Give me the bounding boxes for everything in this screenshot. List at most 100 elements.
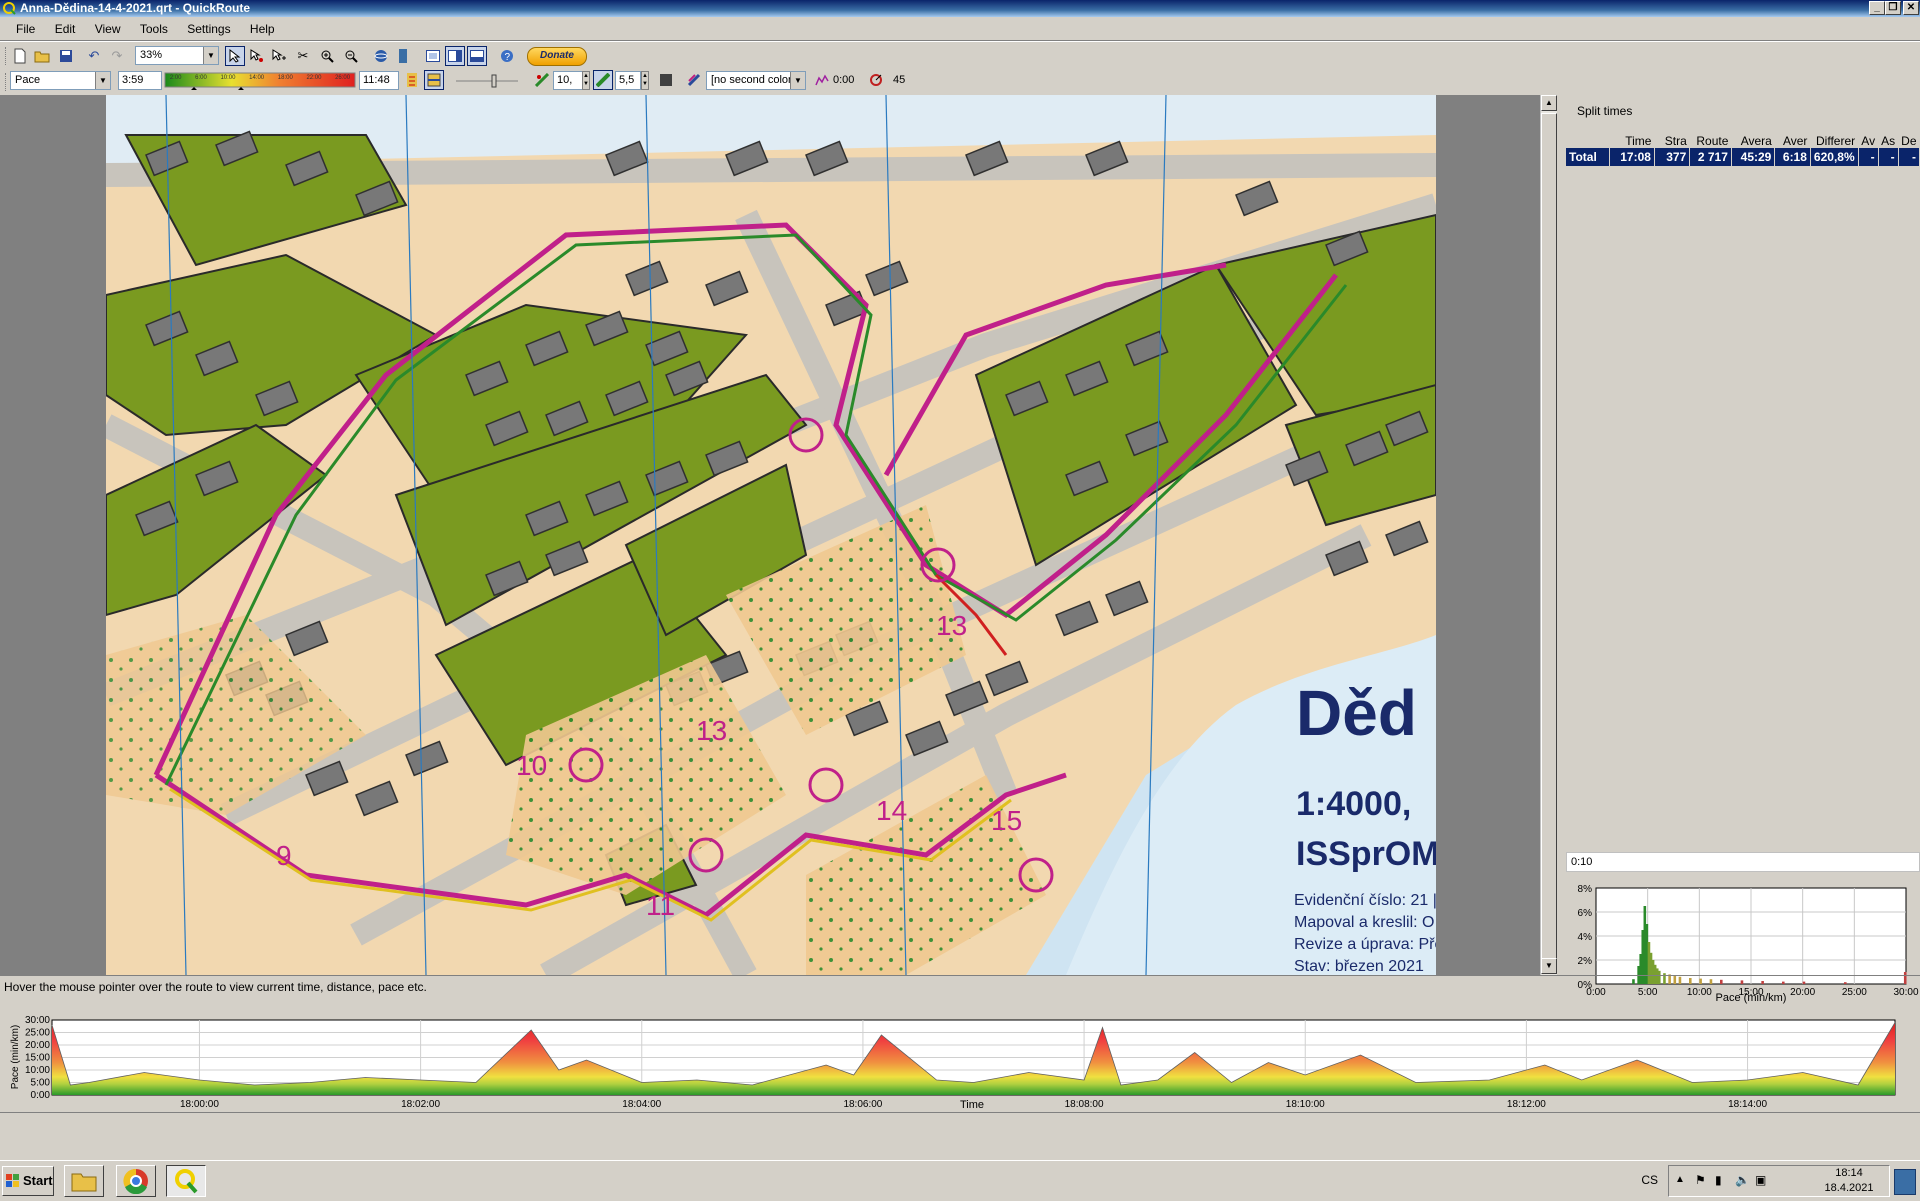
bottom-panel-toggle-icon[interactable]: [467, 46, 487, 66]
smoothing-input[interactable]: 5,5: [615, 71, 641, 90]
clock-time[interactable]: 18:14: [1819, 1167, 1879, 1179]
toolbar-grip[interactable]: [5, 47, 9, 65]
range-max-input[interactable]: 11:48: [359, 71, 399, 90]
new-file-icon[interactable]: [10, 46, 30, 66]
table-row-total[interactable]: Total 17:08 377 2 717 45:29 6:18 620,8% …: [1566, 148, 1920, 166]
zoom-combo[interactable]: 33% ▼: [135, 46, 219, 65]
histogram-bin-value: 0:10: [1571, 856, 1593, 868]
time-offset-value[interactable]: 0:00: [833, 71, 854, 90]
map-image[interactable]: Děd 1:4000, ISSprOM Evidenční číslo: 21 …: [106, 95, 1436, 975]
chevron-down-icon[interactable]: ▼: [95, 72, 110, 89]
menu-view[interactable]: View: [87, 18, 129, 40]
adjust-route-icon[interactable]: [247, 46, 267, 66]
volume-icon[interactable]: 🔈: [1735, 1173, 1750, 1187]
color-range-slider[interactable]: 2:00 6:00 10:00 14:00 18:00 22:00 26:00: [163, 71, 357, 90]
chevron-down-icon[interactable]: ▼: [203, 47, 218, 64]
save-icon[interactable]: [56, 46, 76, 66]
title-bar[interactable]: Anna-Dědina-14-4-2021.qrt - QuickRoute _…: [0, 0, 1920, 17]
scroll-thumb[interactable]: [1541, 113, 1557, 973]
close-button[interactable]: ✕: [1903, 1, 1919, 15]
route-color-swatch[interactable]: [656, 70, 676, 90]
line-width-input[interactable]: 10,: [553, 71, 583, 90]
menu-file[interactable]: File: [0, 18, 43, 40]
color-coding-combo[interactable]: Pace ▼: [10, 71, 111, 90]
column-header[interactable]: Av: [1858, 134, 1878, 148]
menu-settings[interactable]: Settings: [179, 18, 238, 40]
flag-icon[interactable]: ⚑: [1695, 1173, 1706, 1187]
histogram-x-tick-label: 10:00: [1687, 987, 1712, 998]
histogram-bar: [1709, 979, 1713, 984]
donate-button[interactable]: Donate: [527, 47, 587, 66]
orienteering-map[interactable]: Děd 1:4000, ISSprOM Evidenční číslo: 21 …: [106, 95, 1436, 975]
language-indicator[interactable]: CS: [1641, 1173, 1658, 1187]
histogram-x-tick-label: 0:00: [1586, 987, 1606, 998]
histogram-bin-input[interactable]: 0:10: [1566, 852, 1920, 872]
taskbar-chrome[interactable]: [116, 1165, 156, 1197]
start-button[interactable]: Start: [2, 1166, 54, 1196]
graph-x-label: Time: [960, 1099, 984, 1111]
open-folder-icon[interactable]: [32, 46, 52, 66]
smoothing-icon[interactable]: [593, 70, 613, 90]
scroll-up-icon[interactable]: ▲: [1541, 95, 1557, 111]
scroll-down-icon[interactable]: ▼: [1541, 958, 1557, 974]
zoom-to-route-icon[interactable]: [269, 46, 289, 66]
second-color-icon[interactable]: [684, 70, 704, 90]
pace-histogram[interactable]: 8%6%4%2%0% 0:00 5:00 10:00 15:00 20:00 25:00 3…: [1566, 874, 1920, 1004]
graph-y-tick-label: 30:00: [25, 1015, 50, 1026]
show-desktop-button[interactable]: [1894, 1169, 1916, 1195]
line-width-spinner[interactable]: ▲ ▼: [582, 71, 590, 90]
column-header[interactable]: Route: [1690, 134, 1732, 148]
taskbar-explorer[interactable]: [64, 1165, 104, 1197]
second-color-combo[interactable]: [no second color ▼: [706, 71, 806, 90]
menu-help[interactable]: Help: [242, 18, 283, 40]
restore-button[interactable]: ❐: [1885, 1, 1901, 15]
column-header[interactable]: Differer: [1810, 134, 1858, 148]
angle-value[interactable]: 45: [893, 71, 905, 90]
menu-bar: File Edit View Tools Settings Help: [0, 18, 1920, 40]
graph-x-tick-label: 18:10:00: [1286, 1099, 1325, 1110]
auto-range-icon[interactable]: [402, 70, 422, 90]
smoothing-spinner[interactable]: ▲ ▼: [641, 71, 649, 90]
clock-date[interactable]: 18.4.2021: [1809, 1182, 1889, 1194]
network-icon[interactable]: ▮: [1715, 1173, 1722, 1187]
scale-tick-label: 6:00: [195, 75, 207, 81]
help-icon[interactable]: ?: [497, 46, 517, 66]
route-line-style-icon[interactable]: [424, 70, 444, 90]
zoom-out-icon[interactable]: [341, 46, 361, 66]
undo-icon[interactable]: ↶: [84, 46, 104, 66]
cut-route-icon[interactable]: ✂: [293, 46, 313, 66]
zoom-in-icon[interactable]: [317, 46, 337, 66]
redo-icon[interactable]: ↷: [107, 46, 127, 66]
pointer-tool-icon[interactable]: [225, 46, 245, 66]
column-header[interactable]: Avera: [1731, 134, 1774, 148]
menu-tools[interactable]: Tools: [132, 18, 176, 40]
histogram-bar: [1632, 979, 1635, 984]
column-header[interactable]: De: [1898, 134, 1919, 148]
line-width-icon[interactable]: [532, 70, 552, 90]
export-icon[interactable]: [393, 46, 413, 66]
angle-icon[interactable]: [866, 70, 886, 90]
pace-line-graph[interactable]: 30:00 25:0020:00 15:0010:00 5:000:00 18:00:…: [0, 1010, 1920, 1120]
color-coding-value: Pace: [15, 74, 41, 86]
taskbar-quickroute[interactable]: [166, 1165, 206, 1197]
google-earth-icon[interactable]: [371, 46, 391, 66]
split-times-table[interactable]: Time Stra Route Avera Aver Differer Av A…: [1566, 134, 1920, 166]
histogram-bar: [1673, 975, 1677, 984]
device-icon[interactable]: ▣: [1755, 1173, 1766, 1187]
folder-icon: [71, 1173, 97, 1192]
split-view-icon[interactable]: [445, 46, 465, 66]
transparency-slider[interactable]: [452, 71, 522, 90]
column-header[interactable]: Aver: [1775, 134, 1811, 148]
menu-edit[interactable]: Edit: [47, 18, 84, 40]
show-hidden-icons[interactable]: ▲: [1675, 1174, 1685, 1185]
column-header[interactable]: As: [1878, 134, 1898, 148]
time-offset-icon[interactable]: [812, 70, 832, 90]
right-panel-toggle-icon[interactable]: [423, 46, 443, 66]
column-header[interactable]: Stra: [1654, 134, 1689, 148]
range-min-input[interactable]: 3:59: [118, 71, 162, 90]
minimize-button[interactable]: _: [1869, 1, 1885, 15]
column-header[interactable]: Time: [1609, 134, 1654, 148]
chevron-down-icon[interactable]: ▼: [790, 72, 805, 89]
map-vertical-scrollbar[interactable]: ▲ ▼: [1540, 95, 1558, 975]
toolbar-grip[interactable]: [5, 73, 9, 91]
